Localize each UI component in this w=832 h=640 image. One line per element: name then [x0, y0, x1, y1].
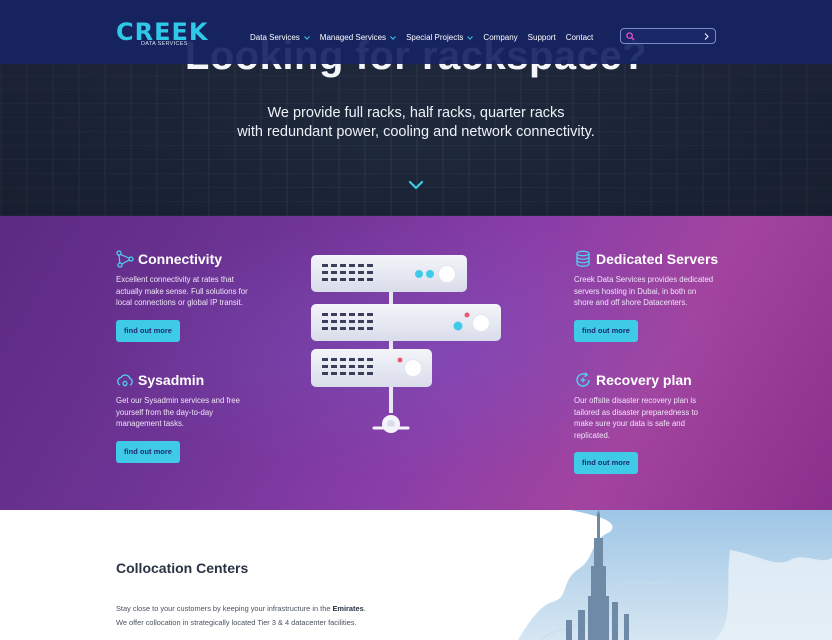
- service-recovery-plan: Recovery plan Our offsite disaster recov…: [574, 370, 744, 441]
- menu-item-label: Data Services: [250, 33, 300, 42]
- service-title: Recovery plan: [596, 372, 692, 388]
- service-sysadmin: Sysadmin Get our Sysadmin services and f…: [116, 370, 286, 430]
- search-input[interactable]: [638, 30, 702, 42]
- search-icon: [626, 32, 635, 41]
- service-description: Excellent connectivity at rates that act…: [116, 275, 248, 307]
- colocation-section: Collocation Centers Stay close to your c…: [0, 510, 832, 640]
- menu-item-company[interactable]: Company: [483, 33, 517, 42]
- menu-item-label: Support: [527, 33, 556, 42]
- dedicated-servers-find-out-more-button[interactable]: find out more: [574, 320, 638, 342]
- service-title: Dedicated Servers: [596, 251, 719, 267]
- menu-item-special-projects[interactable]: Special Projects: [406, 33, 474, 42]
- network-nodes-icon: [116, 250, 134, 268]
- top-navigation-bar: CREEK DATA SERVICES Data Services Manage…: [0, 0, 832, 64]
- creek-logo[interactable]: CREEK DATA SERVICES: [116, 18, 207, 48]
- menu-item-label: Company: [483, 33, 518, 42]
- hero-subtitle-line1: We provide full racks, half racks, quart…: [267, 105, 565, 121]
- menu-item-contact[interactable]: Contact: [566, 33, 594, 42]
- menu-item-label: Contact: [565, 33, 594, 42]
- chevron-right-icon[interactable]: [704, 33, 709, 40]
- colocation-line1-end: .: [363, 604, 366, 613]
- colocation-title: Collocation Centers: [116, 560, 249, 576]
- chevron-down-icon: [467, 35, 474, 40]
- database-icon: [576, 250, 590, 267]
- hero-subtitle: We provide full racks, half racks, quart…: [0, 104, 832, 142]
- service-description: Get our Sysadmin services and free yours…: [116, 396, 240, 428]
- dubai-skyline-map-illustration: [518, 510, 832, 640]
- sysadmin-find-out-more-button[interactable]: find out more: [116, 441, 180, 463]
- colocation-line2-text: We offer collocation in strategically lo…: [116, 618, 357, 627]
- chevron-down-icon: [303, 35, 310, 40]
- menu-item-managed-services[interactable]: Managed Services: [320, 33, 396, 42]
- search-box[interactable]: [620, 28, 716, 44]
- scroll-down-chevron-icon[interactable]: [408, 179, 424, 191]
- menu-item-label: Special Projects: [406, 33, 464, 42]
- service-title: Connectivity: [138, 251, 223, 267]
- menu-item-support[interactable]: Support: [528, 33, 556, 42]
- service-connectivity: Connectivity Excellent connectivity at r…: [116, 249, 286, 309]
- chevron-down-icon: [390, 35, 396, 40]
- recovery-refresh-icon: [576, 372, 590, 387]
- hero-subtitle-line2: with redundant power, cooling and networ…: [237, 124, 595, 140]
- connectivity-find-out-more-button[interactable]: find out more: [116, 320, 180, 342]
- service-description: Our offsite disaster recovery plan is ta…: [574, 396, 698, 440]
- logo-tagline: DATA SERVICES: [141, 41, 188, 47]
- colocation-emirates-highlight: Emirates: [332, 604, 364, 613]
- menu-item-label: Managed Services: [319, 33, 387, 42]
- recovery-plan-find-out-more-button[interactable]: find out more: [574, 452, 638, 474]
- service-description: Creek Data Services provides dedicated s…: [574, 275, 714, 307]
- cloud-gear-icon: [117, 374, 133, 387]
- service-dedicated-servers: Dedicated Servers Creek Data Services pr…: [574, 249, 744, 309]
- main-menu: Data Services Managed Services Special P…: [250, 33, 603, 42]
- server-rack-illustration: [311, 255, 501, 433]
- colocation-description: Stay close to your customers by keeping …: [116, 602, 366, 630]
- colocation-line1-text: Stay close to your customers by keeping …: [116, 604, 333, 613]
- menu-item-data-services[interactable]: Data Services: [250, 33, 310, 42]
- service-title: Sysadmin: [138, 372, 205, 388]
